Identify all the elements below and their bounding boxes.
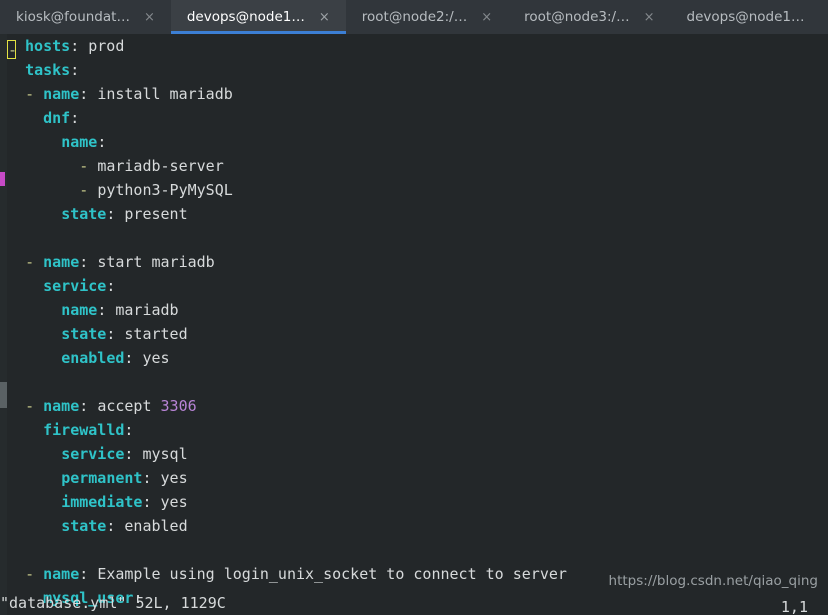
code-line: - mariadb-server [79, 157, 224, 175]
terminal-tab-bar: kiosk@foundat… × devops@node1… × root@no… [0, 0, 828, 34]
close-icon[interactable]: × [144, 11, 155, 24]
code-line: - name: start mariadb [25, 253, 215, 271]
code-line: service: [43, 277, 116, 295]
code-line: tasks: [25, 61, 80, 79]
tab-4[interactable]: devops@node1… [671, 0, 821, 34]
code-line: permanent: yes [61, 469, 188, 487]
vim-buffer[interactable]: - hosts: prod tasks: - name: install mar… [0, 34, 828, 615]
code-line: state: started [61, 325, 188, 343]
tab-label: devops@node1… [186, 9, 305, 25]
tab-1-active[interactable]: devops@node1… × [170, 0, 346, 34]
tab-0[interactable]: kiosk@foundat… × [0, 0, 171, 34]
code-line: - name: install mariadb [25, 85, 233, 103]
tab-2[interactable]: root@node2:/… × [346, 0, 508, 34]
code-line: - python3-PyMySQL [79, 181, 233, 199]
code-line: name: [61, 133, 107, 151]
watermark-text: https://blog.csdn.net/qiao_qing [608, 573, 818, 589]
code-line: service: mysql [61, 445, 188, 463]
status-cursor-position: 1,1 [780, 598, 808, 615]
terminal-pane[interactable]: - hosts: prod tasks: - name: install mar… [0, 34, 828, 615]
tab-3[interactable]: root@node3:/… × [508, 0, 670, 34]
code-line: - hosts: prod [7, 37, 125, 59]
tab-label: kiosk@foundat… [16, 9, 130, 25]
code-line: name: mariadb [61, 301, 179, 319]
status-file-info: "database.yml" 52L, 1129C [0, 594, 226, 612]
code-line: - name: accept 3306 [25, 397, 197, 415]
close-icon[interactable]: × [481, 11, 492, 24]
text-cursor: - [7, 40, 18, 59]
tab-label: devops@node1… [686, 9, 805, 25]
code-line: immediate: yes [61, 493, 188, 511]
code-line: firewalld: [43, 421, 134, 439]
vim-status-line: "database.yml" 52L, 1129C 1,1 [0, 591, 828, 615]
code-line: state: enabled [61, 517, 188, 535]
code-line: state: present [61, 205, 188, 223]
code-line: dnf: [43, 109, 80, 127]
close-icon[interactable]: × [319, 11, 330, 24]
tab-label: root@node3:/… [524, 9, 630, 25]
close-icon[interactable]: × [644, 11, 655, 24]
tab-label: root@node2:/… [361, 9, 468, 25]
code-line: enabled: yes [61, 349, 170, 367]
